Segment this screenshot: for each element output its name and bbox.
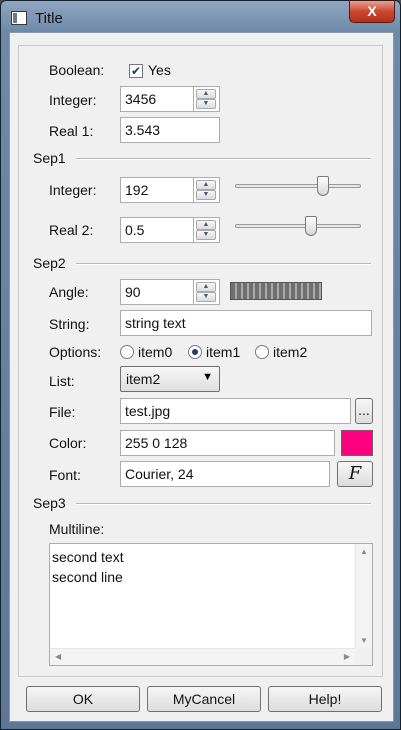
- integer-input[interactable]: 3456: [120, 86, 194, 112]
- yes-checkbox[interactable]: ✔: [129, 64, 143, 78]
- integer2-label: Integer:: [49, 182, 97, 198]
- real1-input[interactable]: 3.543: [120, 117, 220, 143]
- close-button[interactable]: X: [349, 1, 395, 23]
- spin-up-icon[interactable]: ▲: [196, 180, 216, 190]
- sep2-divider: [76, 263, 371, 265]
- form-panel: Boolean: ✔ Yes Integer: 3456 ▲ ▼ Real 1:…: [18, 45, 383, 677]
- string-input[interactable]: string text: [120, 310, 372, 336]
- list-selected-value: item2: [126, 371, 161, 387]
- window-app-icon: [11, 11, 27, 25]
- font-value-input[interactable]: Courier, 24: [120, 461, 330, 487]
- color-swatch-button[interactable]: [341, 430, 373, 456]
- window-title: Title: [35, 10, 63, 27]
- dropdown-arrow-icon: ▼: [202, 371, 213, 383]
- angle-spinner[interactable]: ▲ ▼: [194, 279, 220, 305]
- help-button[interactable]: Help!: [268, 686, 382, 712]
- dialog-client-area: Boolean: ✔ Yes Integer: 3456 ▲ ▼ Real 1:…: [9, 32, 394, 722]
- sep1-label: Sep1: [33, 150, 66, 166]
- item1-radio-label[interactable]: item1: [206, 344, 240, 360]
- scroll-left-arrow-icon[interactable]: ◀: [55, 652, 61, 661]
- options-label: Options:: [49, 344, 102, 360]
- real2-spinner[interactable]: ▲ ▼: [194, 217, 220, 243]
- boolean-label: Boolean:: [49, 62, 105, 78]
- spin-up-icon[interactable]: ▲: [196, 282, 216, 292]
- file-path-input[interactable]: test.jpg: [120, 398, 351, 424]
- scrollbar-corner: [355, 648, 372, 665]
- list-dropdown[interactable]: item2 ▼: [120, 366, 220, 392]
- multiline-line-1: second text: [52, 549, 124, 565]
- multiline-textarea[interactable]: second text second line ▲ ▼ ◀ ▶: [49, 543, 373, 666]
- item2-radio[interactable]: [255, 345, 269, 359]
- real2-slider-track[interactable]: [235, 224, 361, 228]
- real2-label: Real 2:: [49, 222, 94, 238]
- spin-down-icon[interactable]: ▼: [196, 292, 216, 302]
- title-bar[interactable]: Title X: [1, 1, 400, 35]
- spin-down-icon[interactable]: ▼: [196, 99, 216, 109]
- font-label: Font:: [49, 467, 81, 483]
- string-label: String:: [49, 316, 90, 332]
- browse-file-button[interactable]: ...: [355, 398, 373, 424]
- horizontal-scrollbar[interactable]: ◀ ▶: [50, 648, 355, 665]
- spin-down-icon[interactable]: ▼: [196, 190, 216, 200]
- integer2-spinner[interactable]: ▲ ▼: [194, 177, 220, 203]
- multiline-line-2: second line: [52, 569, 123, 585]
- item1-radio[interactable]: [188, 345, 202, 359]
- item0-radio[interactable]: [120, 345, 134, 359]
- scroll-down-arrow-icon[interactable]: ▼: [360, 636, 368, 645]
- dialog-window: Title X Boolean: ✔ Yes Integer: 3456 ▲ ▼…: [0, 0, 401, 730]
- yes-checkbox-label[interactable]: Yes: [148, 62, 171, 78]
- sep3-divider: [76, 503, 371, 505]
- integer-spinner[interactable]: ▲ ▼: [194, 86, 220, 112]
- angle-label: Angle:: [49, 284, 89, 300]
- sep3-label: Sep3: [33, 495, 66, 511]
- integer-label: Integer:: [49, 92, 97, 108]
- mycancel-button[interactable]: MyCancel: [147, 686, 261, 712]
- item2-radio-label[interactable]: item2: [273, 344, 307, 360]
- list-label: List:: [49, 373, 75, 389]
- spin-down-icon[interactable]: ▼: [196, 230, 216, 240]
- item0-radio-label[interactable]: item0: [138, 344, 172, 360]
- integer2-input[interactable]: 192: [120, 177, 194, 203]
- real1-label: Real 1:: [49, 123, 94, 139]
- integer2-slider-handle[interactable]: [317, 176, 330, 196]
- multiline-label: Multiline:: [49, 521, 105, 537]
- integer2-slider-track[interactable]: [235, 184, 361, 188]
- real2-input[interactable]: 0.5: [120, 217, 194, 243]
- file-label: File:: [49, 404, 76, 420]
- color-label: Color:: [49, 435, 87, 451]
- vertical-scrollbar[interactable]: ▲ ▼: [355, 544, 372, 648]
- color-value-input[interactable]: 255 0 128: [120, 430, 335, 456]
- spin-up-icon[interactable]: ▲: [196, 89, 216, 99]
- sep2-label: Sep2: [33, 255, 66, 271]
- angle-input[interactable]: 90: [120, 279, 194, 305]
- font-picker-button[interactable]: F: [337, 461, 373, 487]
- spin-up-icon[interactable]: ▲: [196, 220, 216, 230]
- scroll-up-arrow-icon[interactable]: ▲: [360, 547, 368, 556]
- scroll-right-arrow-icon[interactable]: ▶: [344, 652, 350, 661]
- sep1-divider: [76, 158, 371, 160]
- real2-slider-handle[interactable]: [304, 216, 317, 236]
- angle-dial[interactable]: [230, 282, 322, 300]
- ok-button[interactable]: OK: [26, 686, 140, 712]
